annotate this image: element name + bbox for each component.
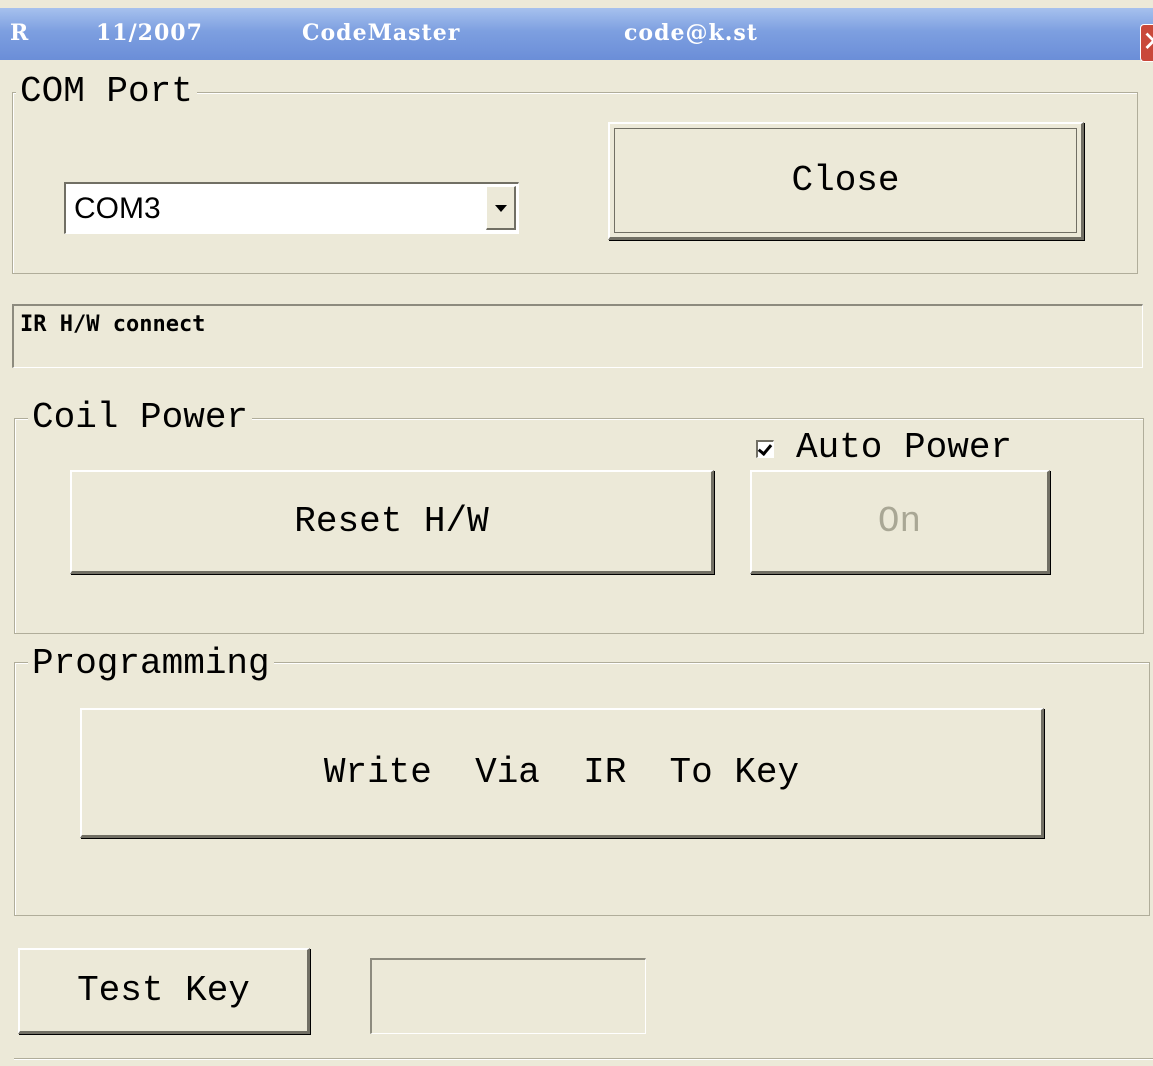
title-bar: R 11/2007 CodeMaster code@k.st ✕ xyxy=(0,8,1153,62)
auto-power-label[interactable]: Auto Power xyxy=(796,428,1012,468)
coil-power-group-title: Coil Power xyxy=(28,398,253,438)
title-app-name: CodeMaster xyxy=(302,20,461,46)
chevron-down-icon[interactable] xyxy=(486,186,516,230)
title-email: code@k.st xyxy=(624,20,758,46)
bottom-divider xyxy=(14,1058,1153,1060)
com-port-select[interactable]: COM3 xyxy=(64,182,519,234)
test-key-button[interactable]: Test Key xyxy=(18,948,310,1034)
status-field: IR H/W connect xyxy=(12,304,1143,368)
title-date: 11/2007 xyxy=(96,20,203,46)
programming-group-title: Programming xyxy=(28,644,274,684)
close-window-button[interactable]: ✕ xyxy=(1140,24,1153,62)
title-fragment: R xyxy=(10,20,30,46)
com-port-select-value: COM3 xyxy=(74,192,161,225)
power-on-button[interactable]: On xyxy=(750,470,1050,574)
write-via-ir-button[interactable]: Write Via IR To Key xyxy=(80,708,1044,838)
close-port-button[interactable]: Close xyxy=(608,122,1084,240)
reset-hw-button[interactable]: Reset H/W xyxy=(70,470,714,574)
key-value-field xyxy=(370,958,646,1034)
close-icon: ✕ xyxy=(1142,27,1153,57)
com-port-group-title: COM Port xyxy=(16,72,197,112)
auto-power-checkbox[interactable] xyxy=(756,440,774,458)
status-text: IR H/W connect xyxy=(20,312,206,337)
